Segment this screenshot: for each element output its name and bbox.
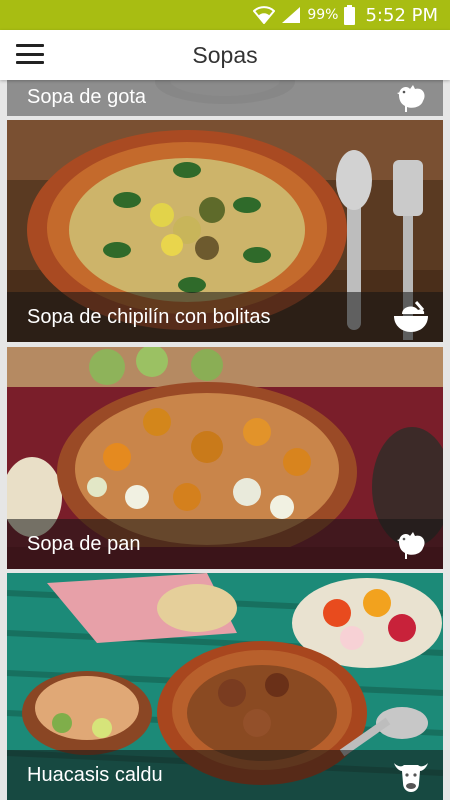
clock: 5:52 PM [365, 4, 438, 26]
list-item[interactable]: Sopa de gota [7, 80, 443, 116]
card-caption: Sopa de chipilín con bolitas [7, 292, 443, 342]
chicken-icon [391, 80, 431, 116]
bowl-icon [391, 297, 431, 337]
status-bar: 99% 5:52 PM [0, 0, 450, 30]
wifi-icon [253, 6, 276, 24]
page-title: Sopas [192, 41, 258, 68]
app-bar: Sopas [0, 30, 450, 80]
list-item[interactable]: Huacasis caldu [7, 573, 443, 800]
cow-icon [391, 755, 431, 795]
soup-name: Sopa de pan [27, 532, 141, 555]
battery-percent: 99% [307, 7, 339, 23]
signal-icon [281, 6, 301, 24]
menu-icon[interactable] [16, 42, 44, 66]
card-caption: Sopa de gota [7, 80, 443, 116]
battery-icon [344, 5, 356, 25]
soup-name: Sopa de chipilín con bolitas [27, 305, 271, 328]
soup-name: Sopa de gota [27, 85, 146, 108]
card-caption: Huacasis caldu [7, 750, 443, 800]
list-item[interactable]: Sopa de chipilín con bolitas [7, 120, 443, 342]
chicken-icon [391, 524, 431, 564]
soup-list: Sopa de gota Sopa de chipilín con bolita… [0, 80, 450, 800]
card-caption: Sopa de pan [7, 519, 443, 569]
soup-name: Huacasis caldu [27, 763, 163, 786]
list-item[interactable]: Sopa de pan [7, 347, 443, 569]
